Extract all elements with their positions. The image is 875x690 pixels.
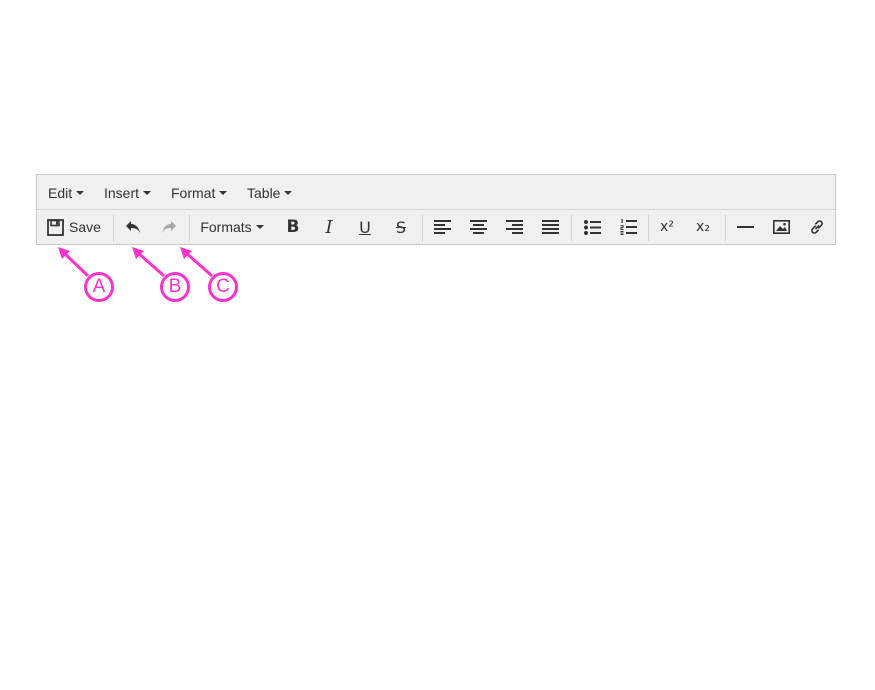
callout-b: B	[160, 272, 190, 302]
arrow-a	[61, 250, 89, 277]
callout-a: A	[84, 272, 114, 302]
callout-c: C	[208, 272, 238, 302]
annotation-overlay	[58, 247, 213, 277]
arrow-c	[183, 250, 213, 277]
arrow-b	[135, 250, 165, 277]
